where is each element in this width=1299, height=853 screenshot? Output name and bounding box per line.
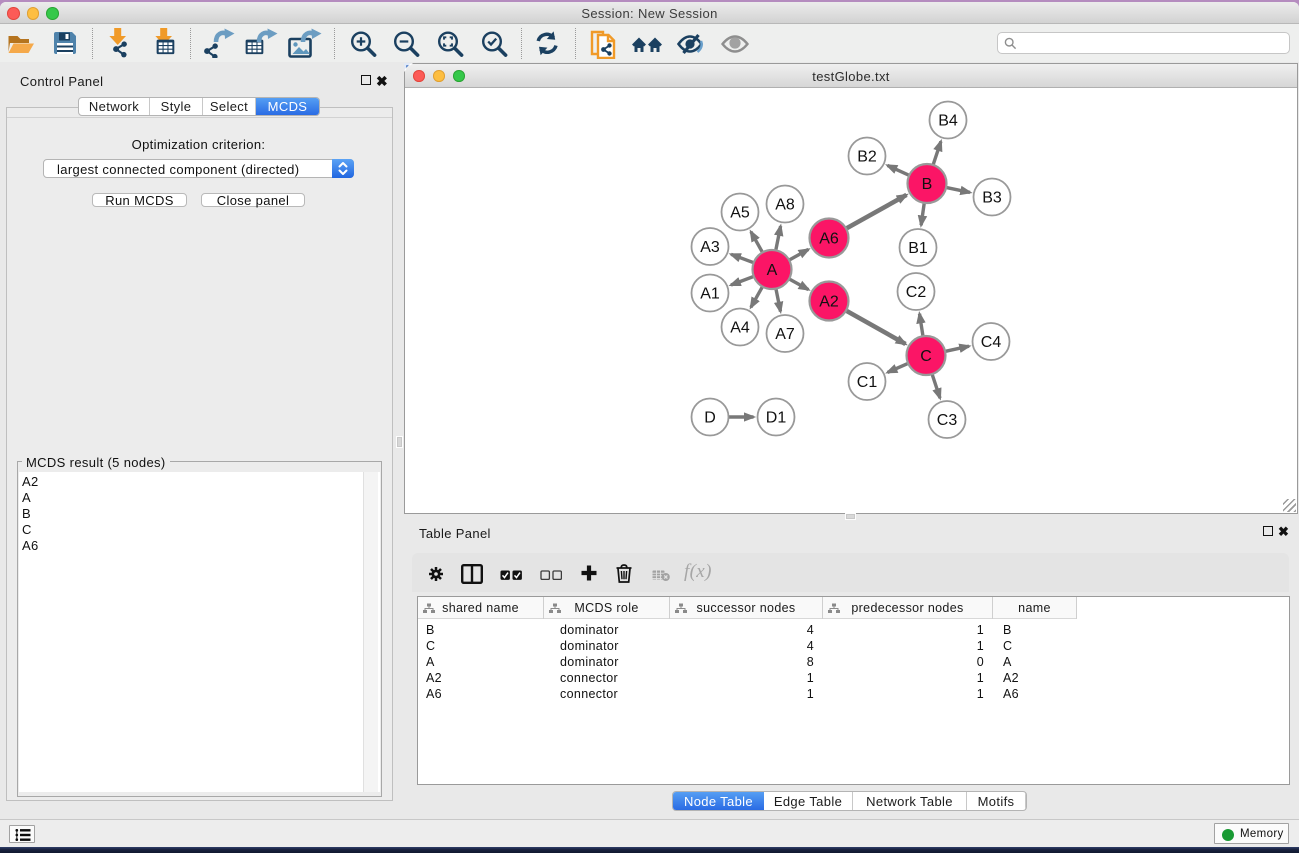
svg-text:C2: C2 (906, 284, 927, 301)
svg-text:D: D (704, 410, 716, 427)
svg-text:A: A (767, 262, 778, 279)
svg-text:C: C (920, 348, 932, 365)
svg-text:A6: A6 (819, 231, 839, 248)
svg-text:A7: A7 (775, 326, 795, 343)
svg-text:A4: A4 (730, 320, 750, 337)
svg-text:B1: B1 (908, 240, 928, 257)
svg-text:B: B (922, 176, 933, 193)
svg-text:A5: A5 (730, 205, 750, 222)
svg-text:A2: A2 (819, 294, 839, 311)
svg-text:D1: D1 (766, 410, 787, 427)
svg-text:B3: B3 (982, 190, 1002, 207)
svg-text:C3: C3 (937, 412, 958, 429)
svg-text:B4: B4 (938, 113, 958, 130)
svg-text:A3: A3 (700, 239, 720, 256)
svg-text:A8: A8 (775, 197, 795, 214)
svg-text:C4: C4 (981, 334, 1002, 351)
svg-text:A1: A1 (700, 286, 720, 303)
svg-text:B2: B2 (857, 149, 877, 166)
svg-text:C1: C1 (857, 374, 878, 391)
